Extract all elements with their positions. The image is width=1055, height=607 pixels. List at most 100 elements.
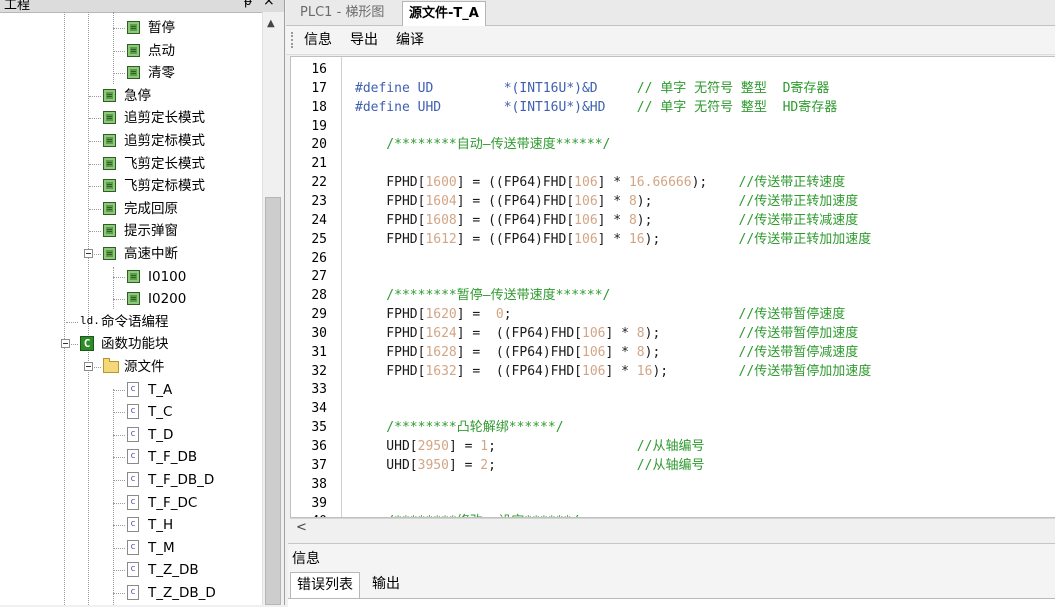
code-line[interactable]: FPHD[1608] = ((FP64)FHD[106] * 8); //传送带… — [355, 211, 858, 230]
code-line[interactable]: FPHD[1628] = ((FP64)FHD[106] * 8); //传送带… — [355, 343, 858, 362]
tree-item[interactable]: c T_Z_DB — [0, 559, 262, 581]
line-number: 17 — [311, 80, 327, 96]
code-token: 1604 — [425, 193, 457, 209]
tree-item[interactable]: 点动 — [0, 40, 262, 62]
tree-item-label: T_A — [148, 381, 173, 398]
tree-item[interactable]: 完成回原 — [0, 198, 262, 220]
tree-item[interactable]: 源文件 — [0, 356, 262, 378]
editor-horizontal-scrollbar[interactable]: < — [290, 518, 1055, 537]
tree-item-label: 完成回原 — [124, 200, 178, 217]
close-icon[interactable]: × — [263, 0, 275, 9]
tree-item[interactable]: 急停 — [0, 85, 262, 107]
scroll-left-icon[interactable]: < — [296, 520, 307, 535]
tree-item[interactable]: C 函数功能块 — [0, 333, 262, 355]
tree-item-label: T_F_DB_D — [148, 472, 215, 488]
tree-item[interactable]: c T_F_DB_D — [0, 469, 262, 491]
tree-item[interactable]: I0100 — [0, 266, 262, 288]
code-editor[interactable]: 16 17 18 19 20 21 22 23 24 25 26 27 28 29 30 31 32 33 34 35… — [290, 56, 1055, 518]
code-line[interactable]: UHD[3950] = 2; //从轴编号 — [355, 456, 704, 475]
code-token: /********暂停—传送带速度******/ — [355, 288, 611, 304]
c-file-icon: c — [127, 426, 139, 442]
code-line[interactable]: UHD[2950] = 1; //从轴编号 — [355, 437, 704, 456]
code-token: 8 — [636, 344, 645, 360]
code-token: 8 — [636, 325, 645, 341]
info-panel-title: 信息 — [292, 551, 320, 567]
code-line[interactable]: FPHD[1620] = 0; //传送带暂停速度 — [355, 305, 845, 324]
tab-source-file[interactable]: 源文件-T_A — [402, 1, 486, 26]
module-icon — [103, 224, 116, 238]
tab-ladder-diagram[interactable]: PLC1 - 梯形图 — [294, 1, 390, 24]
tree-item[interactable]: 追剪定长模式 — [0, 107, 262, 129]
code-token: //传送带正转速度 — [738, 175, 846, 191]
code-token: // 单字 无符号 整型 HD寄存器 — [636, 99, 838, 115]
code-token: 16.66666 — [628, 175, 692, 191]
line-number-gutter: 16 17 18 19 20 21 22 23 24 25 26 27 28 29 30 31 32 33 34 35… — [291, 57, 342, 517]
code-token: FPHD[ — [355, 231, 426, 247]
line-number: 31 — [311, 344, 327, 360]
module-icon — [127, 292, 140, 306]
code-token: ] = ((FP64)FHD[ — [456, 193, 575, 209]
tree-connector — [113, 299, 125, 301]
tree-item[interactable]: ld. 命令语编程 — [0, 311, 262, 333]
collapse-icon[interactable] — [84, 362, 93, 371]
scrollbar-thumb[interactable] — [265, 197, 281, 605]
code-line[interactable]: #define UHD *(INT16U*)&HD // 单字 无符号 整型 H… — [355, 98, 837, 117]
tree-item[interactable]: 飞剪定长模式 — [0, 153, 262, 175]
tree-item[interactable]: c T_H — [0, 514, 262, 536]
code-line[interactable]: FPHD[1624] = ((FP64)FHD[106] * 8); //传送带… — [355, 324, 858, 343]
collapse-icon[interactable] — [84, 249, 93, 258]
scroll-up-icon[interactable]: ▲ — [267, 18, 275, 29]
code-line[interactable]: FPHD[1612] = ((FP64)FHD[106] * 16); //传送… — [355, 230, 871, 249]
code-line[interactable]: /********自动—传送带速度******/ — [355, 135, 610, 154]
tab-output[interactable]: 输出 — [366, 572, 406, 598]
tree-item[interactable]: 追剪定标模式 — [0, 130, 262, 152]
export-button[interactable]: 导出 — [350, 30, 378, 50]
tree-connector — [89, 118, 101, 120]
toolbar-grip[interactable] — [291, 32, 295, 48]
code-line[interactable]: FPHD[1600] = ((FP64)FHD[106] * 16.66666)… — [355, 173, 845, 192]
tree-item[interactable]: 高速中断 — [0, 243, 262, 265]
code-line[interactable]: #define UD *(INT16U*)&D // 单字 无符号 整型 D寄存… — [355, 79, 829, 98]
c-file-icon: c — [127, 562, 139, 578]
compile-button[interactable]: 编译 — [396, 30, 424, 50]
tree-item[interactable]: 飞剪定标模式 — [0, 175, 262, 197]
code-token: 16 — [628, 231, 645, 247]
tree-item[interactable]: c T_M — [0, 537, 262, 559]
pin-icon[interactable]: ᵽ — [244, 0, 252, 8]
code-token: 1 — [480, 439, 489, 454]
tree-item[interactable]: c T_A — [0, 379, 262, 401]
tree-item[interactable]: 提示弹窗 — [0, 220, 262, 242]
tree-item[interactable]: c T_C — [0, 401, 262, 423]
tree-item[interactable]: c T_Z_DB_D — [0, 582, 262, 604]
tab-error-list[interactable]: 错误列表 — [290, 572, 360, 598]
line-number: 28 — [311, 288, 327, 304]
code-line[interactable]: FPHD[1604] = ((FP64)FHD[106] * 8); //传送带… — [355, 192, 858, 211]
tree-item[interactable]: c T_F_DB — [0, 446, 262, 468]
tree-item[interactable]: 清零 — [0, 62, 262, 84]
code-token: //传送带暂停减速度 — [738, 344, 859, 360]
tree-item[interactable]: c T_F_DC — [0, 492, 262, 514]
tree-item[interactable]: c T_D — [0, 424, 262, 446]
tree-item-label: T_M — [148, 539, 175, 556]
editor-toolbar: 信息 导出 编译 — [286, 26, 1055, 55]
document-tab-strip: PLC1 - 梯形图 源文件-T_A — [286, 0, 1055, 26]
line-number: 37 — [311, 457, 327, 473]
code-line[interactable]: FPHD[1632] = ((FP64)FHD[106] * 16); //传送… — [355, 362, 871, 381]
collapse-icon[interactable] — [61, 339, 70, 349]
project-panel: 工程 ᵽ × 暂停 点动 清零 急停 追剪定长模式 追剪定标模式 飞剪定长模式 飞剪定标模式完… — [0, 0, 285, 605]
tree-item-label: 飞剪定标模式 — [124, 178, 205, 195]
code-token: // 单字 无符号 整型 D寄存器 — [636, 80, 830, 96]
code-token: //从轴编号 — [636, 439, 705, 454]
module-icon — [103, 111, 116, 125]
tree-item[interactable]: I0200 — [0, 288, 262, 310]
tree-item[interactable]: 暂停 — [0, 17, 262, 39]
line-number: 29 — [311, 307, 327, 323]
code-token: #define UHD — [355, 99, 504, 115]
tree-connector — [66, 321, 78, 323]
code-line[interactable]: /********暂停—传送带速度******/ — [355, 286, 610, 305]
code-token: 1620 — [425, 307, 457, 323]
module-icon — [103, 201, 116, 215]
code-line[interactable]: /********凸轮解绑******/ — [355, 418, 563, 437]
info-button[interactable]: 信息 — [304, 30, 332, 50]
project-tree-scrollbar[interactable]: ▲ — [262, 12, 284, 605]
